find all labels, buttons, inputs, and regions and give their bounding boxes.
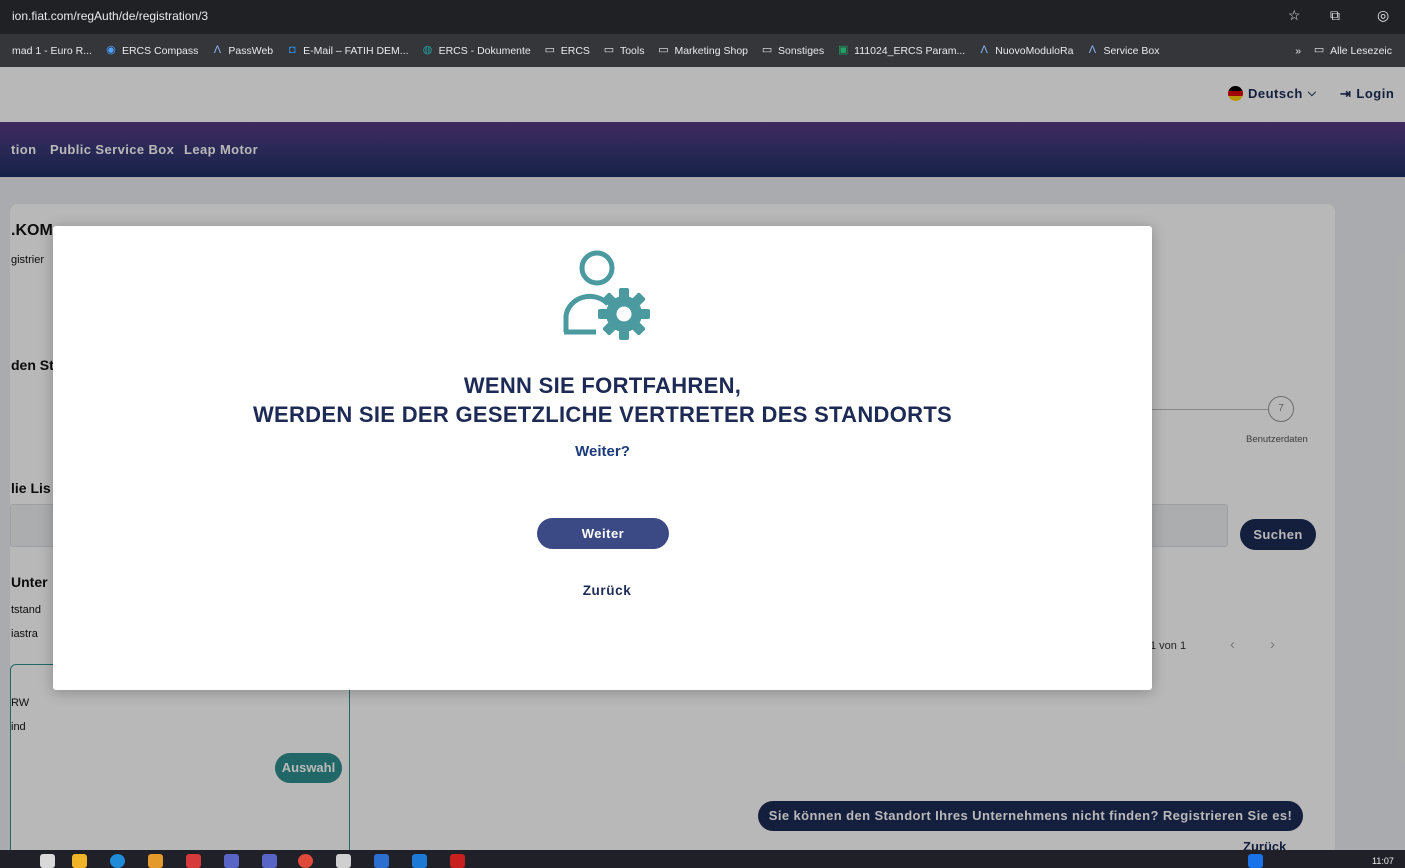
bookmark-label: PassWeb	[228, 44, 274, 57]
url-text[interactable]: ion.fiat.com/regAuth/de/registration/3	[12, 9, 208, 23]
taskbar-app-icon[interactable]	[148, 854, 163, 868]
folder-icon: ▭	[544, 44, 555, 56]
bookmark-item[interactable]: ◘ E-Mail – FATIH DEM...	[286, 44, 409, 57]
more-bookmarks-button[interactable]: »	[1295, 45, 1301, 57]
bookmark-label: ERCS	[560, 44, 590, 57]
bookmark-item[interactable]: ▭ ERCS	[544, 45, 590, 57]
bookmark-label: Sonstiges	[778, 44, 825, 57]
dialog-question: Weiter?	[575, 443, 630, 460]
star-bookmark-icon[interactable]: ☆	[1288, 7, 1301, 24]
caret-logo-icon: Λ	[1088, 44, 1097, 56]
teams-icon[interactable]	[262, 854, 277, 868]
bookmark-item[interactable]: Λ PassWeb	[211, 45, 273, 57]
all-bookmarks-label: Alle Lesezeic	[1330, 44, 1392, 57]
windows-taskbar: 11:07	[0, 850, 1405, 868]
continue-button[interactable]: Weiter	[537, 518, 669, 549]
taskbar-app-icon[interactable]	[374, 854, 389, 868]
bookmark-label: Marketing Shop	[674, 44, 749, 57]
bookmark-item[interactable]: ▣ 111024_ERCS Param...	[837, 45, 965, 57]
folder-icon: ▭	[603, 44, 615, 56]
bookmark-label: ERCS - Dokumente	[438, 44, 531, 57]
file-explorer-icon[interactable]	[72, 854, 87, 868]
folder-icon: ▭	[1313, 44, 1325, 56]
bookmark-label: mad 1 - Euro R...	[12, 44, 92, 57]
compass-icon: ◉	[106, 44, 116, 56]
taskbar-app-icon[interactable]	[40, 854, 55, 868]
sharepoint-icon: ◍	[422, 44, 433, 56]
taskbar-app-icon[interactable]	[336, 854, 351, 868]
caret-logo-icon: Λ	[980, 44, 988, 56]
taskbar-clock: 11:07	[1372, 856, 1394, 866]
dialog-title-line-2: WERDEN SIE DER GESETZLICHE VERTRETER DES…	[252, 402, 953, 427]
dialog-back-link[interactable]: Zurück	[53, 583, 1161, 598]
taskbar-app-icon[interactable]	[186, 854, 201, 868]
teams-icon[interactable]	[224, 854, 239, 868]
extensions-icon[interactable]: ⧉	[1330, 7, 1340, 24]
confirmation-dialog: WENN SIE FORTFAHREN, WERDEN SIE DER GESE…	[53, 226, 1152, 690]
bookmark-label: 111024_ERCS Param...	[854, 44, 966, 57]
bookmark-item[interactable]: ▭ Tools	[603, 45, 645, 57]
dialog-title: WENN SIE FORTFAHREN, WERDEN SIE DER GESE…	[53, 371, 1152, 429]
system-tray-icon[interactable]	[1248, 854, 1263, 868]
bookmark-label: Tools	[619, 44, 645, 57]
bookmark-label: ERCS Compass	[121, 44, 199, 57]
taskbar-app-icon[interactable]	[450, 854, 465, 868]
bookmark-item[interactable]: Λ Service Box	[1086, 44, 1160, 57]
bookmark-label: E-Mail – FATIH DEM...	[303, 44, 409, 57]
folder-icon: ▭	[761, 44, 773, 56]
browser-address-bar: ion.fiat.com/regAuth/de/registration/3 ☆…	[0, 0, 1405, 34]
outlook-icon: ◘	[288, 44, 296, 56]
bookmark-item[interactable]: ◉ ERCS Compass	[105, 45, 198, 57]
bookmark-item[interactable]: ▭ Sonstiges	[761, 45, 824, 57]
caret-logo-icon: Λ	[213, 44, 222, 56]
bookmarks-overflow: » ▭ Alle Lesezeic	[1285, 34, 1405, 67]
bookmark-item[interactable]: ◍ ERCS - Dokumente	[422, 45, 531, 57]
chrome-icon[interactable]	[298, 854, 313, 868]
outlook-icon[interactable]	[412, 854, 427, 868]
folder-icon: ▭	[658, 44, 669, 56]
bookmark-item[interactable]: ▭ Marketing Shop	[657, 45, 748, 57]
bookmark-item[interactable]: mad 1 - Euro R...	[12, 45, 92, 57]
bookmark-label: NuovoModuloRa	[995, 44, 1074, 57]
excel-icon: ▣	[837, 44, 849, 56]
dialog-title-line-1: WENN SIE FORTFAHREN,	[463, 373, 742, 398]
bookmarks-bar: mad 1 - Euro R... ◉ ERCS Compass Λ PassWeb ◘ E…	[0, 34, 1405, 67]
profile-icon[interactable]: ◎	[1377, 7, 1389, 24]
bookmark-label: Service Box	[1103, 44, 1160, 57]
bookmark-item[interactable]: Λ NuovoModuloRa	[978, 44, 1074, 57]
user-settings-icon	[563, 250, 650, 340]
all-bookmarks-folder[interactable]: ▭ Alle Lesezeic	[1313, 45, 1392, 57]
edge-browser-icon[interactable]	[110, 854, 125, 868]
